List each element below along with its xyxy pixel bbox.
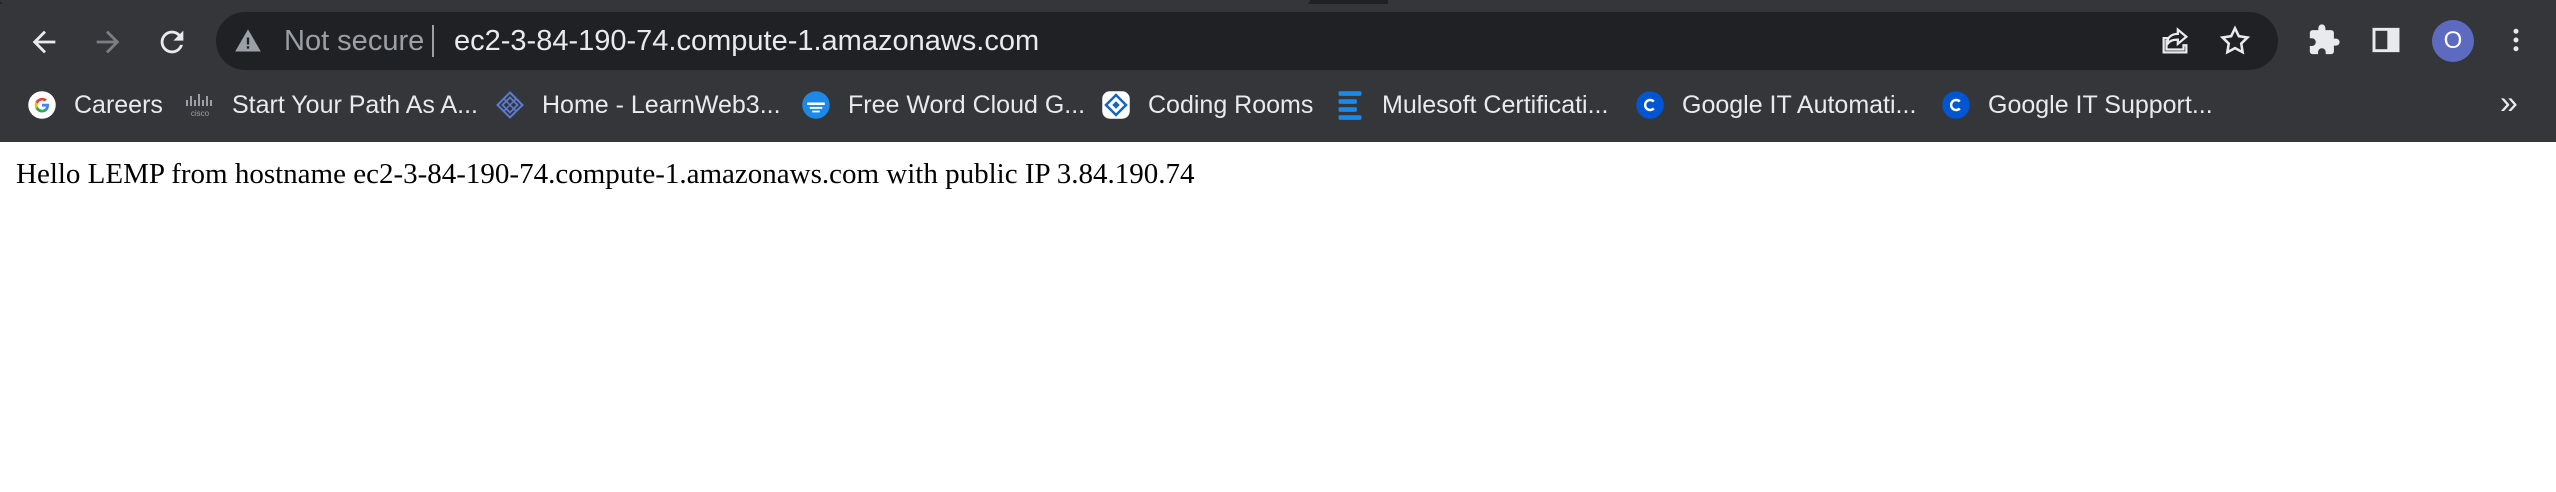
omnibox-divider [432,25,434,57]
puzzle-icon [2309,24,2340,55]
bookmark-wordcloud[interactable]: Free Word Cloud G... [800,84,1085,126]
browser-chrome: Not secure ec2-3-84-190-74.compute-1.ama… [0,0,2556,142]
forward-arrow-icon [96,30,120,54]
inactive-tab-edge[interactable] [1388,0,2556,4]
side-panel-button[interactable] [2366,20,2406,60]
forward-button[interactable] [80,14,136,70]
star-icon[interactable] [2218,24,2252,58]
coding-rooms-icon [1100,89,1132,121]
bookmark-learnweb3[interactable]: Home - LearnWeb3... [494,84,781,126]
bookmark-label: Start Your Path As A... [232,90,478,119]
bookmark-label: Careers [74,90,163,119]
coursera-icon [1940,89,1972,121]
share-icon[interactable] [2158,24,2192,58]
kebab-menu-icon [2513,28,2519,52]
warning-icon[interactable] [234,27,262,55]
bookmark-google-it-support[interactable]: Google IT Support... [1940,84,2213,126]
address-bar[interactable]: Not secure ec2-3-84-190-74.compute-1.ama… [216,12,2278,70]
bookmarks-bar: Careers cisco Start Your Path As A... Ho… [0,80,2556,130]
security-label[interactable]: Not secure [284,22,424,60]
url-text[interactable]: ec2-3-84-190-74.compute-1.amazonaws.com [454,22,1039,60]
bookmark-google-it-automation[interactable]: Google IT Automati... [1634,84,1916,126]
bookmark-cisco[interactable]: cisco Start Your Path As A... [184,84,478,126]
cisco-icon: cisco [184,89,216,121]
svg-text:cisco: cisco [191,109,210,118]
learnweb3-icon [494,89,526,121]
bookmark-label: Google IT Automati... [1682,90,1917,119]
reload-button[interactable] [144,14,200,70]
page-body-text: Hello LEMP from hostname ec2-3-84-190-74… [16,158,1195,190]
bookmark-label: Free Word Cloud G... [848,90,1086,119]
active-tab-edge[interactable] [0,0,1310,4]
side-panel-icon [2372,27,2400,53]
back-arrow-icon [32,30,56,54]
bookmarks-overflow-button[interactable]: » [2500,84,2518,121]
bookmark-label: Google IT Support... [1988,90,2213,119]
coursera-icon [1634,89,1666,121]
back-button[interactable] [16,14,72,70]
bookmark-label: Coding Rooms [1148,90,1314,119]
mulesoft-icon [1334,89,1366,121]
reload-icon [160,30,184,54]
profile-avatar[interactable]: O [2432,20,2474,62]
bookmark-coding-rooms[interactable]: Coding Rooms [1100,84,1313,126]
bookmark-mulesoft[interactable]: Mulesoft Certificati... [1334,84,1608,126]
menu-button[interactable] [2496,20,2536,60]
bookmark-label: Mulesoft Certificati... [1382,90,1609,119]
bookmark-careers[interactable]: Careers [26,84,163,126]
google-icon [26,89,58,121]
wordcloud-icon [800,89,832,121]
bookmark-label: Home - LearnWeb3... [542,90,781,119]
extensions-button[interactable] [2304,20,2344,60]
